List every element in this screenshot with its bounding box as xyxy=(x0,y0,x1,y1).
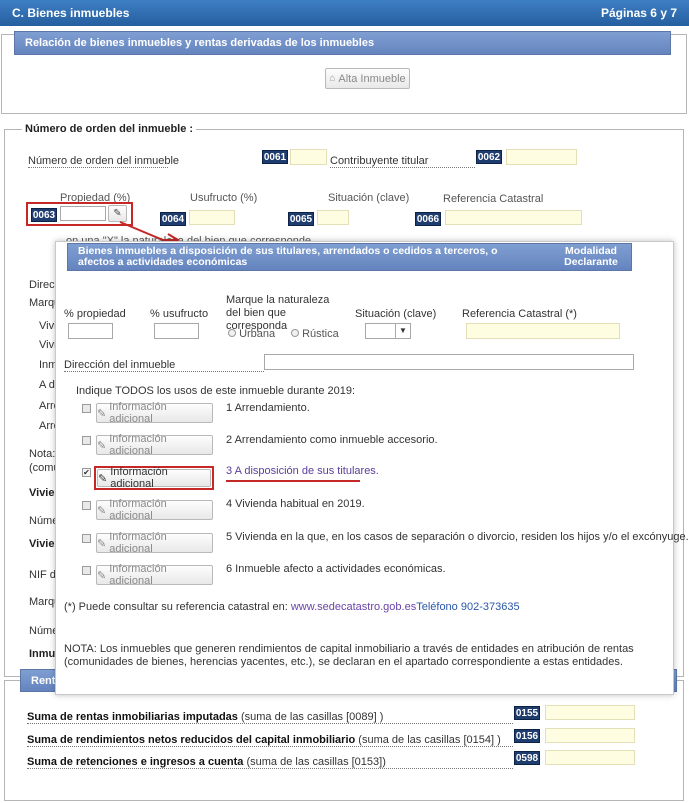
orden-legend: Número de orden del inmueble : xyxy=(22,123,197,135)
fragment-inmu: Inmu xyxy=(29,648,56,660)
usufructo-label: Usufructo (%) xyxy=(190,192,258,204)
urbana-radio[interactable] xyxy=(228,329,236,337)
uso-5-checkbox[interactable] xyxy=(82,534,91,543)
uso-2-text: 2 Arrendamiento como inmueble accesorio. xyxy=(226,434,438,446)
rentas-row-1-label: Suma de rendimientos netos reducidos del… xyxy=(27,734,513,747)
code-0065: 0065 xyxy=(288,212,314,226)
referencia-field[interactable] xyxy=(445,210,582,225)
situacion-label: Situación (clave) xyxy=(328,192,410,204)
code-0063: 0063 xyxy=(31,208,57,222)
telefono-text: Teléfono 902-373635 xyxy=(416,601,520,613)
fragment-numero-2: Núme xyxy=(29,625,59,637)
modal-propiedad-input[interactable] xyxy=(68,323,113,339)
rentas-title: Rent xyxy=(31,674,56,687)
fragment-numero-1: Núme xyxy=(29,515,59,527)
rentas-field-0155[interactable] xyxy=(545,705,635,720)
uso-6-checkbox[interactable] xyxy=(82,566,91,575)
sedecatastro-link[interactable]: www.sedecatastro.gob.es xyxy=(291,601,416,613)
situacion-field[interactable] xyxy=(317,210,349,225)
code-0066: 0066 xyxy=(415,212,441,226)
chevron-down-icon: ▼ xyxy=(395,324,410,338)
pencil-icon: ✎ xyxy=(97,569,107,582)
code-0155: 0155 xyxy=(514,706,540,720)
info-adicional-button-1[interactable]: ✎ Información adicional xyxy=(96,401,213,425)
rentas-field-0156[interactable] xyxy=(545,728,635,743)
referencia-label: Referencia Catastral xyxy=(443,193,544,205)
uso-1-text: 1 Arrendamiento. xyxy=(226,402,310,414)
direccion-input[interactable] xyxy=(264,354,634,370)
info-adicional-button-3[interactable]: ✎ Información adicional xyxy=(97,466,211,490)
code-0598: 0598 xyxy=(514,751,540,765)
alta-inmueble-button[interactable]: ⌂ Alta Inmueble xyxy=(325,68,410,89)
fragment-vivi-2: Vivi xyxy=(39,339,57,351)
fragment-vivi-1: Vivi xyxy=(39,320,57,332)
info-adicional-button-2[interactable]: ✎ Información adicional xyxy=(96,433,213,457)
pencil-icon: ✎ xyxy=(97,439,107,452)
modal-usufructo-input[interactable] xyxy=(154,323,199,339)
section-title: C. Bienes inmuebles xyxy=(12,6,130,20)
rentas-field-0598[interactable] xyxy=(545,750,635,765)
propiedad-field[interactable] xyxy=(60,206,106,221)
uso-3-text: 3 A disposición de sus titulares. xyxy=(226,465,379,477)
uso-2-checkbox[interactable] xyxy=(82,436,91,445)
uso-5-text: 5 Vivienda en la que, en los casos de se… xyxy=(226,531,689,543)
relacion-title: Relación de bienes inmuebles y rentas de… xyxy=(25,37,375,49)
contribuyente-label: Contribuyente titular xyxy=(330,155,475,168)
code-0061: 0061 xyxy=(262,150,288,164)
pencil-icon: ✎ xyxy=(97,537,107,550)
contribuyente-field[interactable] xyxy=(506,149,577,165)
uso-1-checkbox[interactable] xyxy=(82,404,91,413)
usos-label: Indique TODOS los usos de este inmueble … xyxy=(76,385,356,397)
add-house-icon: ⌂ xyxy=(329,73,336,84)
uso-3-checkbox[interactable]: ✔ xyxy=(82,468,91,477)
fragment-nota: Nota: xyxy=(29,448,56,460)
rustica-radio[interactable] xyxy=(291,329,299,337)
pencil-icon: ✎ xyxy=(113,208,122,219)
uso-3-underline xyxy=(226,480,360,482)
option-rustica[interactable]: Rústica xyxy=(291,328,339,340)
col-usufructo-label: % usufructo xyxy=(150,308,209,320)
consulta-line: (*) Puede consultar su referencia catast… xyxy=(64,601,520,613)
situacion-select[interactable]: ▼ xyxy=(365,323,411,339)
alta-inmueble-label: Alta Inmueble xyxy=(338,72,406,85)
direccion-label: Dirección del inmueble xyxy=(64,359,264,372)
modal-title-bar: Bienes inmuebles a disposición de sus ti… xyxy=(67,243,632,271)
pencil-icon: ✎ xyxy=(97,407,107,420)
modal-nota: NOTA: Los inmuebles que generen rendimie… xyxy=(64,643,634,668)
uso-4-checkbox[interactable] xyxy=(82,501,91,510)
relacion-title-bar: Relación de bienes inmuebles y rentas de… xyxy=(14,31,671,55)
pages-indicator: Páginas 6 y 7 xyxy=(600,6,677,20)
info-adicional-button-5[interactable]: ✎ Información adicional xyxy=(96,531,213,555)
code-0156: 0156 xyxy=(514,729,540,743)
info-adicional-button-6[interactable]: ✎ Información adicional xyxy=(96,563,213,587)
info-adicional-button-4[interactable]: ✎ Información adicional xyxy=(96,498,213,522)
option-urbana[interactable]: Urbana xyxy=(228,328,275,340)
rentas-row-2-label: Suma de retenciones e ingresos a cuenta … xyxy=(27,756,513,769)
numero-orden-field[interactable] xyxy=(290,149,327,165)
uso-6-text: 6 Inmueble afecto a actividades económic… xyxy=(226,563,446,575)
pencil-icon: ✎ xyxy=(98,472,108,485)
col-referencia-label: Referencia Catastral (*) xyxy=(462,308,577,320)
pencil-icon: ✎ xyxy=(97,504,107,517)
modal-title: Bienes inmuebles a disposición de sus ti… xyxy=(78,245,498,268)
section-header: C. Bienes inmuebles Páginas 6 y 7 xyxy=(0,0,689,26)
modalidad-label: Modalidad Declarante xyxy=(564,245,618,268)
code-0062: 0062 xyxy=(476,150,502,164)
modal-referencia-input[interactable] xyxy=(466,323,620,339)
col-propiedad-label: % propiedad xyxy=(64,308,126,320)
rentas-row-0-label: Suma de rentas inmobiliarias imputadas (… xyxy=(27,711,513,724)
uso-4-text: 4 Vivienda habitual en 2019. xyxy=(226,498,365,510)
numero-orden-label: Número de orden del inmueble xyxy=(28,155,180,168)
col-situacion-label: Situación (clave) xyxy=(355,308,437,320)
